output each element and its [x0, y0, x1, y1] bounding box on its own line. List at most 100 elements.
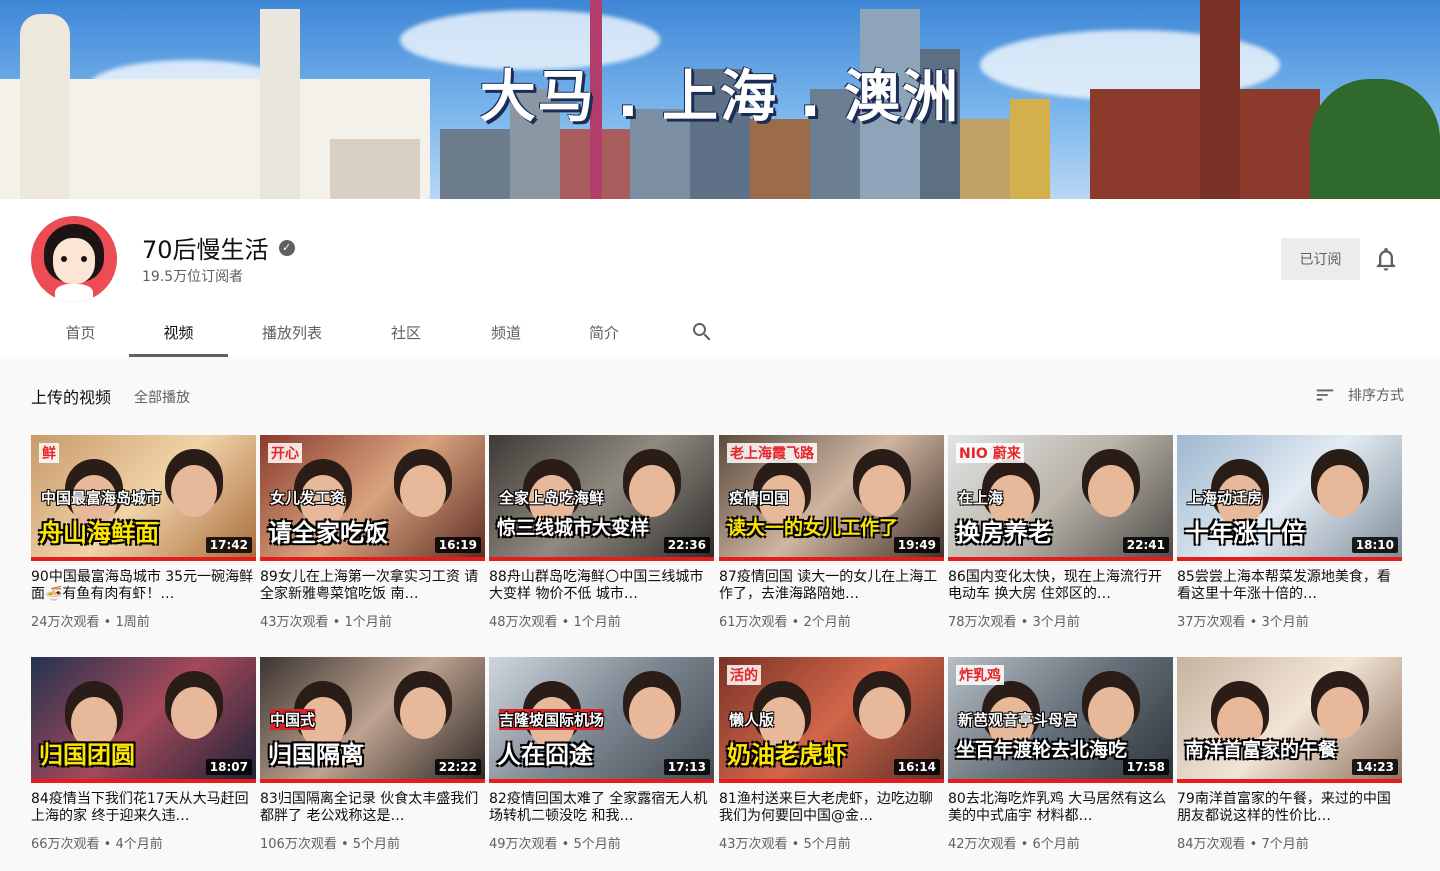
- video-thumbnail[interactable]: 懒人版 活的 奶油老虎虾 16:14: [719, 657, 944, 783]
- video-age: 5个月前: [803, 837, 851, 852]
- video-title[interactable]: 84疫情当下我们花17天从大马赶回上海的家 终于迎来久违…: [31, 791, 256, 825]
- video-title[interactable]: 79南洋首富家的午餐，来过的中国朋友都说这样的性价比…: [1177, 791, 1402, 825]
- video-thumbnail[interactable]: 上海动迁房 十年涨十倍 18:10: [1177, 435, 1402, 561]
- video-card[interactable]: 归国团圆 18:07 84疫情当下我们花17天从大马赶回上海的家 终于迎来久违… 66…: [31, 657, 256, 852]
- banner-building: [330, 139, 420, 199]
- video-age: 4个月前: [115, 837, 163, 852]
- video-duration: 17:58: [1122, 759, 1169, 775]
- video-card[interactable]: 在上海 NIO 蔚来 换房养老 22:41 86国内变化太快，现在上海流行开电动车 换大…: [948, 435, 1173, 630]
- video-card[interactable]: 疫情回国 老上海霞飞路 读大一的女儿工作了 19:49 87疫情回国 读大一的女儿在上海…: [719, 435, 944, 630]
- tab-about[interactable]: 简介: [556, 309, 652, 357]
- video-thumbnail[interactable]: 归国团圆 18:07: [31, 657, 256, 783]
- thumbnail-face: [629, 687, 675, 739]
- bell-icon[interactable]: [1372, 245, 1400, 273]
- video-duration: 16:19: [434, 537, 481, 553]
- video-card[interactable]: 中国最富海岛城市鲜舟山海鲜面 17:42 90中国最富海岛城市 35元一碗海鲜面🍜有…: [31, 435, 256, 630]
- avatar-eye: [81, 256, 87, 262]
- thumbnail-caption: 奶油老虎虾: [727, 741, 847, 769]
- play-all-button[interactable]: 全部播放: [134, 387, 190, 407]
- watched-progress-bar: [948, 557, 1173, 561]
- tab-videos[interactable]: 视频: [129, 309, 228, 357]
- video-thumbnail[interactable]: 中国式 归国隔离 22:22: [260, 657, 485, 783]
- video-thumbnail[interactable]: 南洋首富家的午餐 14:23: [1177, 657, 1402, 783]
- watched-progress-bar: [489, 557, 714, 561]
- video-meta: 61万次观看 • 2个月前: [719, 611, 944, 630]
- channel-banner: 大马 . 上海 . 澳洲: [0, 0, 1440, 199]
- video-title[interactable]: 86国内变化太快，现在上海流行开电动车 换大房 住郊区的…: [948, 569, 1173, 603]
- banner-building: [440, 129, 510, 199]
- thumbnail-caption: 请全家吃饭: [268, 519, 388, 547]
- tab-community[interactable]: 社区: [356, 309, 456, 357]
- thumbnail-caption: 换房养老: [956, 519, 1052, 547]
- video-thumbnail[interactable]: 中国最富海岛城市鲜舟山海鲜面 17:42: [31, 435, 256, 561]
- watched-progress-bar: [948, 779, 1173, 783]
- video-title[interactable]: 90中国最富海岛城市 35元一碗海鲜面🍜有鱼有肉有虾！…: [31, 569, 256, 603]
- video-age: 5个月前: [352, 837, 401, 852]
- video-age: 1个月前: [573, 615, 621, 630]
- video-card[interactable]: 中国式 归国隔离 22:22 83归国隔离全记录 伙食太丰盛我们都胖了 老公戏称这是……: [260, 657, 485, 852]
- avatar-face: [53, 238, 95, 284]
- video-age: 7个月前: [1261, 837, 1309, 852]
- thumbnail-caption: 读大一的女儿工作了: [727, 517, 899, 539]
- video-card[interactable]: 懒人版 活的 奶油老虎虾 16:14 81渔村送来巨大老虎虾，边吃边聊我们为何要回中国@…: [719, 657, 944, 852]
- video-views: 66万次观看: [31, 837, 100, 852]
- video-title[interactable]: 85尝尝上海本帮菜发源地美食，看看这里十年涨十倍的…: [1177, 569, 1402, 603]
- video-thumbnail[interactable]: 女儿发工资 开心 请全家吃饭 16:19: [260, 435, 485, 561]
- video-title[interactable]: 80去北海吃炸乳鸡 大马居然有这么美的中式庙宇 材料都…: [948, 791, 1173, 825]
- meta-separator: •: [787, 837, 804, 852]
- video-title[interactable]: 81渔村送来巨大老虎虾，边吃边聊我们为何要回中国@金…: [719, 791, 944, 825]
- channel-name[interactable]: 70后慢生活: [142, 230, 269, 265]
- video-meta: 42万次观看 • 6个月前: [948, 833, 1173, 852]
- thumbnail-caption: 舟山海鲜面: [39, 519, 159, 547]
- video-thumbnail[interactable]: 全家上岛吃海鲜 惊三线城市大变样 22:36: [489, 435, 714, 561]
- video-age: 1个月前: [344, 615, 392, 630]
- video-views: 61万次观看: [719, 615, 788, 630]
- watched-progress-bar: [489, 779, 714, 783]
- sort-button[interactable]: 排序方式: [1314, 384, 1404, 406]
- meta-separator: •: [1245, 615, 1262, 630]
- video-thumbnail[interactable]: 吉隆坡国际机场 人在囧途 17:13: [489, 657, 714, 783]
- video-thumbnail[interactable]: 新芭观音亭斗母宫 炸乳鸡 坐百年渡轮去北海吃 17:58: [948, 657, 1173, 783]
- video-age: 3个月前: [1032, 615, 1080, 630]
- search-icon[interactable]: [690, 320, 714, 344]
- thumbnail-subcaption: 懒人版: [729, 711, 775, 729]
- thumbnail-face: [400, 465, 446, 517]
- watched-progress-bar: [260, 779, 485, 783]
- video-card[interactable]: 南洋首富家的午餐 14:23 79南洋首富家的午餐，来过的中国朋友都说这样的性价比……: [1177, 657, 1402, 852]
- meta-separator: •: [336, 837, 353, 852]
- video-duration: 22:41: [1122, 537, 1169, 553]
- video-title[interactable]: 82疫情回国太难了 全家露宿无人机场转机二顿没吃 和我…: [489, 791, 714, 825]
- video-card[interactable]: 新芭观音亭斗母宫 炸乳鸡 坐百年渡轮去北海吃 17:58 80去北海吃炸乳鸡 大马居然有…: [948, 657, 1173, 852]
- video-duration: 17:42: [205, 537, 252, 553]
- video-title[interactable]: 87疫情回国 读大一的女儿在上海工作了，去淮海路陪她…: [719, 569, 944, 603]
- video-duration: 18:07: [205, 759, 252, 775]
- video-card[interactable]: 吉隆坡国际机场 人在囧途 17:13 82疫情回国太难了 全家露宿无人机场转机二顿没吃…: [489, 657, 714, 852]
- video-meta: 43万次观看 • 5个月前: [719, 833, 944, 852]
- video-meta: 43万次观看 • 1个月前: [260, 611, 485, 630]
- subscribed-button[interactable]: 已订阅: [1281, 238, 1360, 280]
- video-meta: 48万次观看 • 1个月前: [489, 611, 714, 630]
- video-thumbnail[interactable]: 疫情回国 老上海霞飞路 读大一的女儿工作了 19:49: [719, 435, 944, 561]
- avatar[interactable]: [31, 216, 117, 302]
- video-views: 42万次观看: [948, 837, 1017, 852]
- video-age: 3个月前: [1261, 615, 1309, 630]
- video-title[interactable]: 88舟山群岛吃海鲜🌕中国三线城市大变样 物价不低 城市…: [489, 569, 714, 603]
- video-title[interactable]: 83归国隔离全记录 伙食太丰盛我们都胖了 老公戏称这是…: [260, 791, 485, 825]
- video-thumbnail[interactable]: 在上海 NIO 蔚来 换房养老 22:41: [948, 435, 1173, 561]
- video-views: 24万次观看: [31, 615, 100, 630]
- thumbnail-subcaption: 新芭观音亭斗母宫: [958, 711, 1079, 729]
- meta-separator: •: [1016, 615, 1033, 630]
- tab-channels[interactable]: 频道: [456, 309, 556, 357]
- video-card[interactable]: 全家上岛吃海鲜 惊三线城市大变样 22:36 88舟山群岛吃海鲜🌕中国三线城市大变样 …: [489, 435, 714, 630]
- thumbnail-face: [171, 687, 217, 739]
- tab-home[interactable]: 首页: [32, 309, 129, 357]
- sort-icon: [1316, 389, 1334, 401]
- tab-playlists[interactable]: 播放列表: [228, 309, 356, 357]
- video-card[interactable]: 上海动迁房 十年涨十倍 18:10 85尝尝上海本帮菜发源地美食，看看这里十年涨十倍的…: [1177, 435, 1402, 630]
- thumbnail-caption: 南洋首富家的午餐: [1185, 739, 1338, 761]
- video-title[interactable]: 89女儿在上海第一次拿实习工资 请全家新雅粤菜馆吃饭 南…: [260, 569, 485, 603]
- thumbnail-tag: 开心: [268, 443, 302, 463]
- video-card[interactable]: 女儿发工资 开心 请全家吃饭 16:19 89女儿在上海第一次拿实习工资 请全家新雅粤菜…: [260, 435, 485, 630]
- video-duration: 16:14: [893, 759, 940, 775]
- video-meta: 84万次观看 • 7个月前: [1177, 833, 1402, 852]
